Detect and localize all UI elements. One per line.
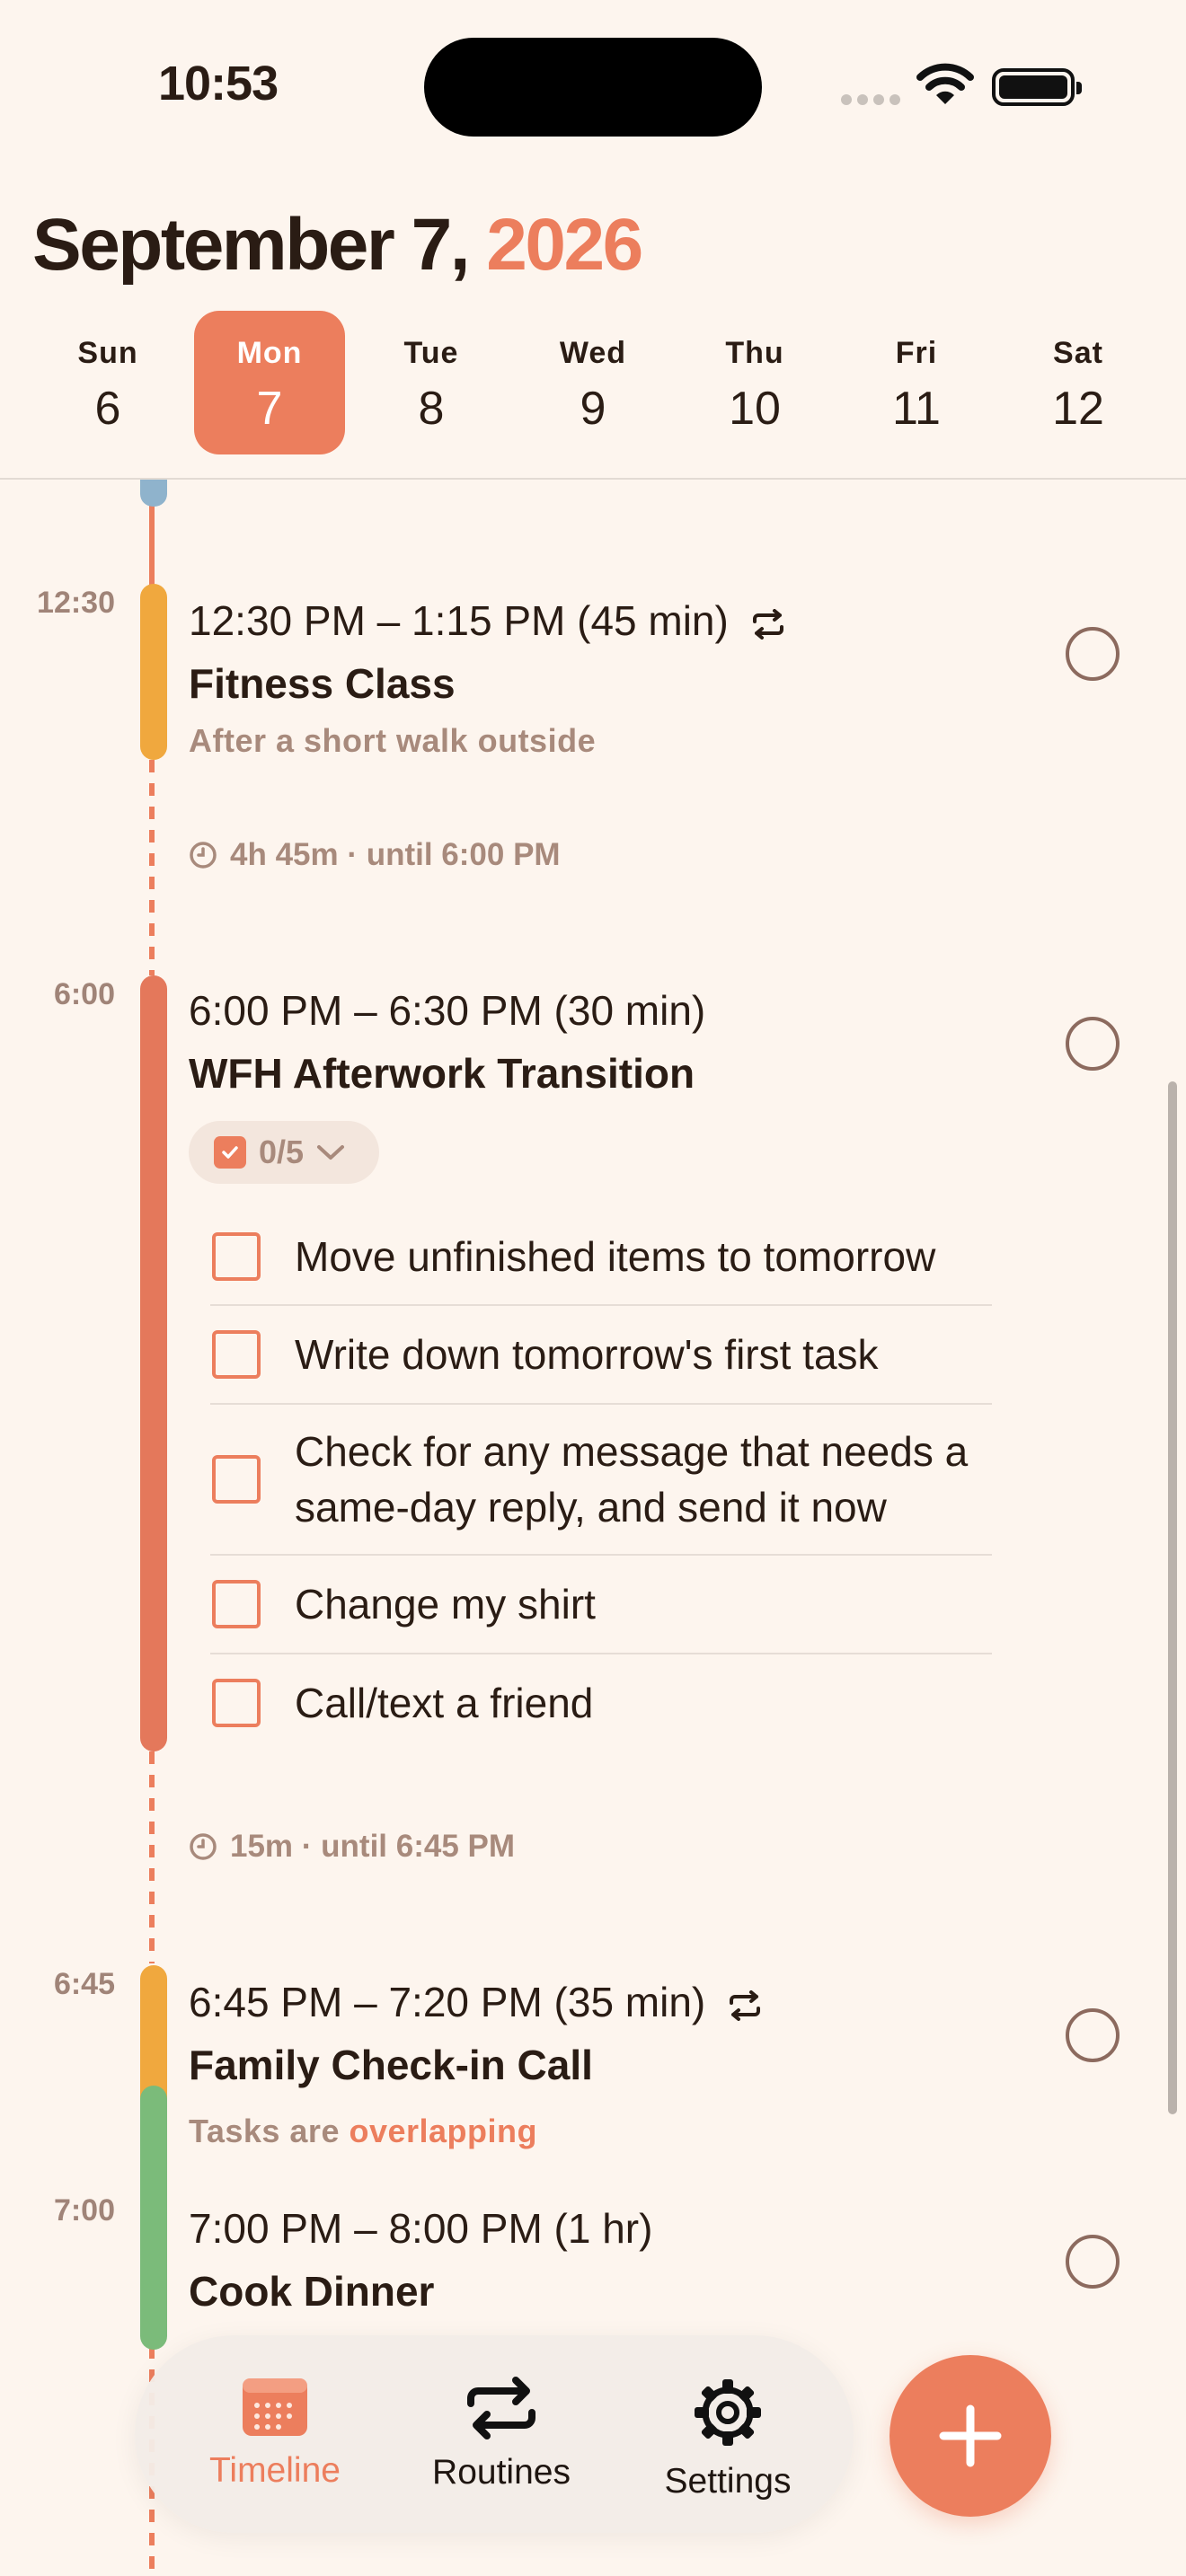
hour-label: 6:00: [53, 977, 115, 1011]
subtask-item[interactable]: Check for any message that needs a same-…: [210, 1405, 992, 1556]
date-month-day: September 7,: [32, 204, 470, 286]
hour-label: 6:45: [53, 1967, 115, 2001]
add-task-button[interactable]: [890, 2355, 1051, 2517]
complete-checkbox[interactable]: [1066, 2008, 1120, 2062]
event-title[interactable]: Fitness Class: [189, 659, 456, 708]
tab-settings-label: Settings: [664, 2462, 792, 2501]
event-time[interactable]: 6:45 PM – 7:20 PM (35 min): [189, 1978, 764, 2026]
subtask-item[interactable]: Call/text a friend: [210, 1654, 992, 1751]
day-sat[interactable]: Sat 12: [997, 311, 1159, 454]
tab-bar: Timeline Routines Settings: [135, 2335, 854, 2533]
timeline-gap-dashed: [149, 760, 155, 975]
subtasks-toggle[interactable]: 0/5: [189, 1121, 379, 1184]
repeat-icon: [752, 608, 783, 640]
status-time: 10:53: [158, 57, 279, 110]
hour-label: 12:30: [37, 586, 115, 620]
event-time[interactable]: 7:00 PM – 8:00 PM (1 hr): [189, 2204, 652, 2253]
battery-icon: [992, 68, 1082, 106]
free-time-gap: 4h 45m · until 6:00 PM: [189, 837, 561, 873]
calendar-icon: [243, 2378, 307, 2436]
plus-icon: [939, 2404, 1002, 2467]
event-title[interactable]: Family Check-in Call: [189, 2041, 593, 2089]
event-title[interactable]: WFH Afterwork Transition: [189, 1049, 695, 1098]
event-time[interactable]: 6:00 PM – 6:30 PM (30 min): [189, 986, 705, 1035]
timeline-gap-dashed: [149, 1751, 155, 1963]
subtask-list: Move unfinished items to tomorrow Write …: [210, 1209, 992, 1751]
complete-checkbox[interactable]: [1066, 1017, 1120, 1071]
day-tue[interactable]: Tue 8: [350, 311, 512, 454]
date-year: 2026: [486, 204, 643, 286]
tab-routines-label: Routines: [432, 2453, 571, 2492]
subtask-item[interactable]: Change my shirt: [210, 1556, 992, 1654]
clock-icon: [190, 1833, 217, 1860]
subtask-item[interactable]: Move unfinished items to tomorrow: [210, 1209, 992, 1306]
cellular-signal-icon: [841, 93, 906, 110]
complete-checkbox[interactable]: [1066, 627, 1120, 681]
repeat-icon: [730, 1989, 761, 2021]
checkbox-checked-icon: [214, 1136, 246, 1169]
clock-icon: [190, 842, 217, 869]
day-thu[interactable]: Thu 10: [674, 311, 836, 454]
event-time[interactable]: 12:30 PM – 1:15 PM (45 min): [189, 596, 787, 645]
subtask-checkbox[interactable]: [212, 1232, 261, 1281]
day-mon-selected[interactable]: Mon 7: [194, 311, 345, 454]
previous-event-bar: [140, 480, 167, 507]
event-subtitle: After a short walk outside: [189, 722, 597, 759]
overlap-warning: Tasks are overlapping: [189, 2113, 538, 2149]
tab-settings[interactable]: Settings: [620, 2377, 836, 2501]
subtask-checkbox[interactable]: [212, 1679, 261, 1727]
day-wed[interactable]: Wed 9: [512, 311, 674, 454]
subtask-item[interactable]: Write down tomorrow's first task: [210, 1306, 992, 1405]
header-divider: [0, 478, 1186, 480]
chevron-down-icon: [317, 1145, 345, 1160]
hour-label: 7:00: [53, 2193, 115, 2228]
tab-timeline-label: Timeline: [209, 2451, 341, 2490]
scrollbar[interactable]: [1168, 1081, 1177, 2114]
free-time-gap: 15m · until 6:45 PM: [189, 1829, 515, 1865]
week-strip: Sun 6 Mon 7 Tue 8 Wed 9 Thu 10 Fri 11 Sat 12: [27, 311, 1159, 454]
event-color-bar: [140, 2086, 167, 2350]
subtask-checkbox[interactable]: [212, 1580, 261, 1628]
wifi-icon: [916, 63, 974, 104]
complete-checkbox[interactable]: [1066, 2235, 1120, 2289]
tab-routines[interactable]: Routines: [394, 2377, 609, 2492]
gear-icon: [695, 2379, 761, 2446]
subtask-checkbox[interactable]: [212, 1330, 261, 1379]
day-fri[interactable]: Fri 11: [836, 311, 997, 454]
subtask-checkbox[interactable]: [212, 1455, 261, 1504]
tab-timeline[interactable]: Timeline: [167, 2377, 383, 2491]
dynamic-island: [424, 38, 762, 137]
page-title: September 7, 2026: [32, 203, 643, 287]
repeat-icon: [467, 2377, 535, 2439]
subtasks-count: 0/5: [259, 1134, 305, 1170]
event-title[interactable]: Cook Dinner: [189, 2267, 434, 2316]
event-color-bar: [140, 975, 167, 1751]
event-color-bar: [140, 584, 167, 760]
day-sun[interactable]: Sun 6: [27, 311, 189, 454]
